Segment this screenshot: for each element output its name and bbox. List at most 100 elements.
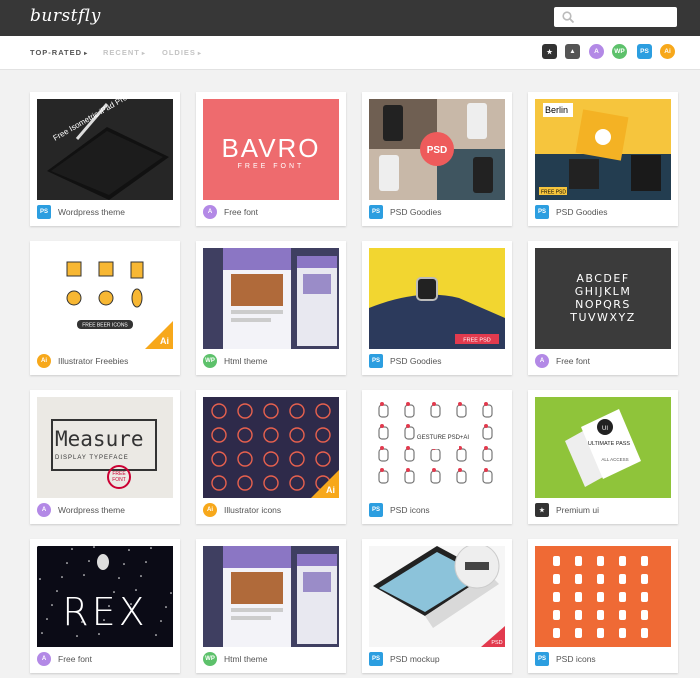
resource-card[interactable]: GESTURE PSD+AI PS PSD icons [362, 390, 512, 524]
card-thumbnail[interactable]: BAVRO FREE FONT [203, 99, 339, 200]
card-label: PSD Goodies [556, 207, 608, 217]
filter-label: OLDIES [162, 48, 196, 57]
thumb-title: Measure [55, 427, 144, 451]
resource-card[interactable]: Free Isometric iPad Pro mockup PS Wordpres… [30, 92, 180, 226]
card-label: Illustrator Freebies [58, 356, 129, 366]
resource-card[interactable]: WP Html theme [196, 241, 346, 375]
resource-card[interactable]: PSD PS PSD mockup [362, 539, 512, 673]
resource-card[interactable]: REX A Free font [30, 539, 180, 673]
ps-type-icon: PS [369, 205, 383, 219]
search-input[interactable] [554, 7, 677, 27]
thumb-text: ABCDEF [576, 272, 630, 285]
card-label: PSD icons [556, 654, 596, 664]
card-thumbnail[interactable] [203, 248, 339, 349]
card-thumbnail[interactable]: Berlin FREE PSD [535, 99, 671, 200]
resource-card[interactable]: Measure DISPLAY TYPEFACE FREE FONT A Wordpre… [30, 390, 180, 524]
premium-filter-icon[interactable]: ★ [542, 44, 557, 59]
thumb-subtitle: DISPLAY TYPEFACE [55, 455, 129, 461]
font-type-icon: A [535, 354, 549, 368]
resource-card[interactable]: FREE PSD PS PSD Goodies [362, 241, 512, 375]
ps-type-icon: PS [369, 503, 383, 517]
illustrator-filter-icon[interactable]: Ai [660, 44, 675, 59]
thumb-text: TUVWXYZ [570, 311, 636, 324]
card-thumbnail[interactable] [203, 546, 339, 647]
thumb-text: GESTURE PSD+AI [417, 435, 470, 441]
card-label: Html theme [224, 356, 268, 366]
ps-type-icon: PS [535, 205, 549, 219]
thumb-text: GHIJKLM [574, 285, 632, 298]
thumb-tag: FREE PSD [463, 338, 491, 344]
card-label: Html theme [224, 654, 268, 664]
card-label: Wordpress theme [58, 207, 125, 217]
filter-recent[interactable]: RECENT ▸ [103, 48, 146, 57]
thumb-text: FREE BEER ICONS [82, 323, 128, 329]
thumb-title: BAVRO [221, 133, 321, 163]
ps-type-icon: PS [535, 652, 549, 666]
wp-type-icon: WP [203, 354, 217, 368]
thumb-title: REX [62, 590, 148, 634]
thumb-tag: PSD [427, 145, 448, 156]
thumb-title: Berlin [545, 105, 568, 115]
font-type-icon: A [203, 205, 217, 219]
resource-card[interactable]: UI ULTIMATE PASS ALL ACCESS ★ Premium ui [528, 390, 678, 524]
thumb-subtitle: FREE FONT [237, 163, 305, 170]
premium-type-icon: ★ [535, 503, 549, 517]
thumb-text: NOPQRS [575, 298, 631, 311]
card-label: Wordpress theme [58, 505, 125, 515]
card-thumbnail[interactable]: REX [37, 546, 173, 647]
card-label: Premium ui [556, 505, 599, 515]
thumb-tag: FREE PSD [541, 190, 566, 196]
card-thumbnail[interactable]: FREE PSD [369, 248, 505, 349]
thumb-stamp: FREE FONT [107, 465, 131, 489]
svg-text:UI: UI [602, 426, 608, 432]
filter-oldies[interactable]: OLDIES ▸ [162, 48, 202, 57]
card-thumbnail[interactable]: ABCDEF GHIJKLM NOPQRS TUVWXYZ [535, 248, 671, 349]
resource-card[interactable]: PSD PS PSD Goodies [362, 92, 512, 226]
card-thumbnail[interactable]: GESTURE PSD+AI [369, 397, 505, 498]
card-thumbnail[interactable]: Measure DISPLAY TYPEFACE FREE FONT [37, 397, 173, 498]
card-thumbnail[interactable]: UI ULTIMATE PASS ALL ACCESS [535, 397, 671, 498]
resource-card[interactable]: Ai Ai Illustrator icons [196, 390, 346, 524]
card-thumbnail[interactable]: Ai [203, 397, 339, 498]
card-label: Illustrator icons [224, 505, 282, 515]
font-type-icon: A [37, 652, 51, 666]
wp-type-icon: WP [203, 652, 217, 666]
font-type-icon: A [37, 503, 51, 517]
photoshop-filter-icon[interactable]: PS [637, 44, 652, 59]
card-label: PSD mockup [390, 654, 440, 664]
ai-type-icon: Ai [37, 354, 51, 368]
thumb-corner: Ai [326, 485, 335, 495]
resource-card[interactable]: BAVRO FREE FONT A Free font [196, 92, 346, 226]
card-label: PSD Goodies [390, 207, 442, 217]
resource-card[interactable]: Berlin FREE PSD PS PSD Goodies [528, 92, 678, 226]
filter-label: TOP-RATED [30, 48, 83, 57]
wordpress-filter-icon[interactable]: WP [612, 44, 627, 59]
ps-type-icon: PS [369, 652, 383, 666]
thumb-subtitle: ALL ACCESS [601, 457, 628, 462]
card-label: PSD icons [390, 505, 430, 515]
card-thumbnail[interactable] [535, 546, 671, 647]
resource-card[interactable]: ABCDEF GHIJKLM NOPQRS TUVWXYZ A Free font [528, 241, 678, 375]
font-filter-icon[interactable]: A [589, 44, 604, 59]
resource-card[interactable]: PS PSD icons [528, 539, 678, 673]
card-label: Free font [224, 207, 259, 217]
card-label: Free font [58, 654, 93, 664]
photo-filter-icon[interactable]: ▲ [565, 44, 580, 59]
card-thumbnail[interactable]: Free Isometric iPad Pro mockup [37, 99, 173, 200]
ps-type-icon: PS [37, 205, 51, 219]
search-icon [562, 11, 575, 29]
ps-type-icon: PS [369, 354, 383, 368]
ai-type-icon: Ai [203, 503, 217, 517]
thumb-text: ULTIMATE PASS [588, 441, 631, 447]
card-thumbnail[interactable]: FREE BEER ICONS Ai [37, 248, 173, 349]
card-thumbnail[interactable]: PSD [369, 99, 505, 200]
logo[interactable]: burstfly [30, 6, 101, 26]
thumb-corner: Ai [160, 336, 169, 346]
resource-card[interactable]: FREE BEER ICONS Ai Ai Illustrator Freebies [30, 241, 180, 375]
card-label: PSD Goodies [390, 356, 442, 366]
card-thumbnail[interactable]: PSD [369, 546, 505, 647]
filter-label: RECENT [103, 48, 140, 57]
card-label: Free font [556, 356, 591, 366]
resource-card[interactable]: WP Html theme [196, 539, 346, 673]
filter-top-rated[interactable]: TOP-RATED ▸ [30, 48, 88, 57]
